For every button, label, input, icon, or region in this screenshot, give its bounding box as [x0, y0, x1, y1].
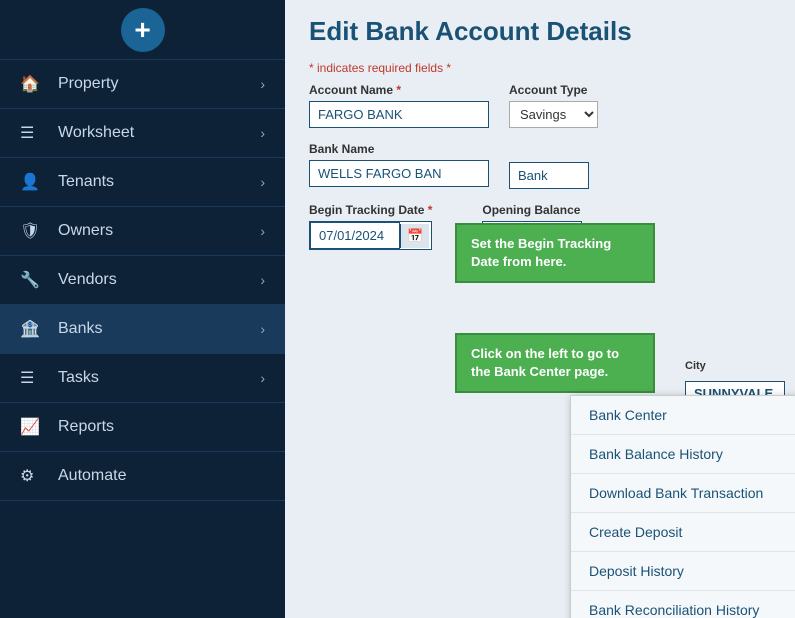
- sidebar-item-automate[interactable]: ⚙ Automate: [0, 452, 285, 501]
- account-name-group: Account Name *: [309, 83, 489, 128]
- sidebar-item-label: Banks: [58, 320, 260, 338]
- form-area: Account Name * Account Type Savings Chec…: [285, 83, 795, 250]
- begin-tracking-date-input[interactable]: [310, 222, 400, 249]
- page-title: Edit Bank Account Details: [309, 16, 771, 47]
- sidebar-nav: 🏠 Property › ☰ Worksheet › 👤 Tenants › 🛡…: [0, 60, 285, 618]
- tooltip-text: Click on the left to go to the Bank Cent…: [471, 346, 619, 379]
- reports-icon: 📈: [20, 417, 48, 437]
- date-input-wrapper: 📅: [309, 221, 432, 250]
- city-label: City: [685, 360, 785, 372]
- sidebar-item-label: Tenants: [58, 173, 260, 191]
- sidebar-item-banks[interactable]: 🏦 Banks ›: [0, 305, 285, 354]
- bank-name-suffix-group: [509, 162, 589, 189]
- sidebar-item-vendors[interactable]: 🔧 Vendors ›: [0, 256, 285, 305]
- sidebar-item-property[interactable]: 🏠 Property ›: [0, 60, 285, 109]
- begin-tracking-group: Begin Tracking Date * 📅: [309, 203, 432, 250]
- submenu-bank-reconciliation-history[interactable]: Bank Reconciliation History: [571, 591, 795, 618]
- sidebar-item-owners[interactable]: 🛡 Owners ›: [0, 207, 285, 256]
- sidebar-top: +: [0, 0, 285, 60]
- submenu-bank-center[interactable]: Bank Center: [571, 396, 795, 435]
- chevron-right-icon: ›: [260, 272, 265, 288]
- account-name-label: Account Name *: [309, 83, 489, 97]
- tooltip-text: Set the Begin Tracking Date from here.: [471, 236, 611, 269]
- bank-name-input[interactable]: [309, 160, 489, 187]
- property-icon: 🏠: [20, 74, 48, 94]
- add-button[interactable]: +: [121, 8, 165, 52]
- sidebar-item-label: Vendors: [58, 271, 260, 289]
- sidebar-item-label: Owners: [58, 222, 260, 240]
- owners-icon: 🛡: [20, 221, 48, 241]
- sidebar: + 🏠 Property › ☰ Worksheet › 👤 Tenants ›…: [0, 0, 285, 618]
- chevron-right-icon: ›: [260, 223, 265, 239]
- chevron-right-icon: ›: [260, 321, 265, 337]
- sidebar-item-worksheet[interactable]: ☰ Worksheet ›: [0, 109, 285, 158]
- tooltip-bank-center: Click on the left to go to the Bank Cent…: [455, 333, 655, 393]
- vendors-icon: 🔧: [20, 270, 48, 290]
- worksheet-icon: ☰: [20, 123, 48, 143]
- form-row-bank: Bank Name: [309, 142, 771, 189]
- begin-tracking-label: Begin Tracking Date *: [309, 203, 432, 217]
- sidebar-item-label: Reports: [58, 418, 265, 436]
- sidebar-item-tasks[interactable]: ☰ Tasks ›: [0, 354, 285, 403]
- chevron-right-icon: ›: [260, 174, 265, 190]
- bank-name-group: Bank Name: [309, 142, 489, 187]
- sidebar-item-label: Worksheet: [58, 124, 260, 142]
- tasks-icon: ☰: [20, 368, 48, 388]
- sidebar-item-reports[interactable]: 📈 Reports: [0, 403, 285, 452]
- bank-name-label: Bank Name: [309, 142, 489, 156]
- submenu-bank-balance-history[interactable]: Bank Balance History: [571, 435, 795, 474]
- bank-name-suffix-input[interactable]: [509, 162, 589, 189]
- chevron-right-icon: ›: [260, 370, 265, 386]
- chevron-right-icon: ›: [260, 125, 265, 141]
- chevron-right-icon: ›: [260, 76, 265, 92]
- account-type-select[interactable]: Savings Checking: [509, 101, 598, 128]
- page-title-area: Edit Bank Account Details: [285, 0, 795, 57]
- account-type-label: Account Type: [509, 83, 598, 97]
- account-name-input[interactable]: [309, 101, 489, 128]
- submenu-deposit-history[interactable]: Deposit History: [571, 552, 795, 591]
- tenants-icon: 👤: [20, 172, 48, 192]
- banks-icon: 🏦: [20, 319, 48, 339]
- submenu-download-bank-transaction[interactable]: Download Bank Transaction: [571, 474, 795, 513]
- sidebar-item-label: Automate: [58, 467, 265, 485]
- calendar-icon[interactable]: 📅: [400, 224, 429, 248]
- sidebar-item-tenants[interactable]: 👤 Tenants ›: [0, 158, 285, 207]
- form-row-account: Account Name * Account Type Savings Chec…: [309, 83, 771, 128]
- main-content: Edit Bank Account Details * indicates re…: [285, 0, 795, 618]
- sidebar-item-label: Tasks: [58, 369, 260, 387]
- tooltip-begin-tracking: Set the Begin Tracking Date from here.: [455, 223, 655, 283]
- account-type-group: Account Type Savings Checking: [509, 83, 598, 128]
- submenu-create-deposit[interactable]: Create Deposit: [571, 513, 795, 552]
- sidebar-item-label: Property: [58, 75, 260, 93]
- required-note: * indicates required fields *: [285, 57, 795, 83]
- banks-submenu: Bank Center Bank Balance History Downloa…: [570, 395, 795, 618]
- opening-balance-label: Opening Balance: [482, 203, 582, 217]
- automate-icon: ⚙: [20, 466, 48, 486]
